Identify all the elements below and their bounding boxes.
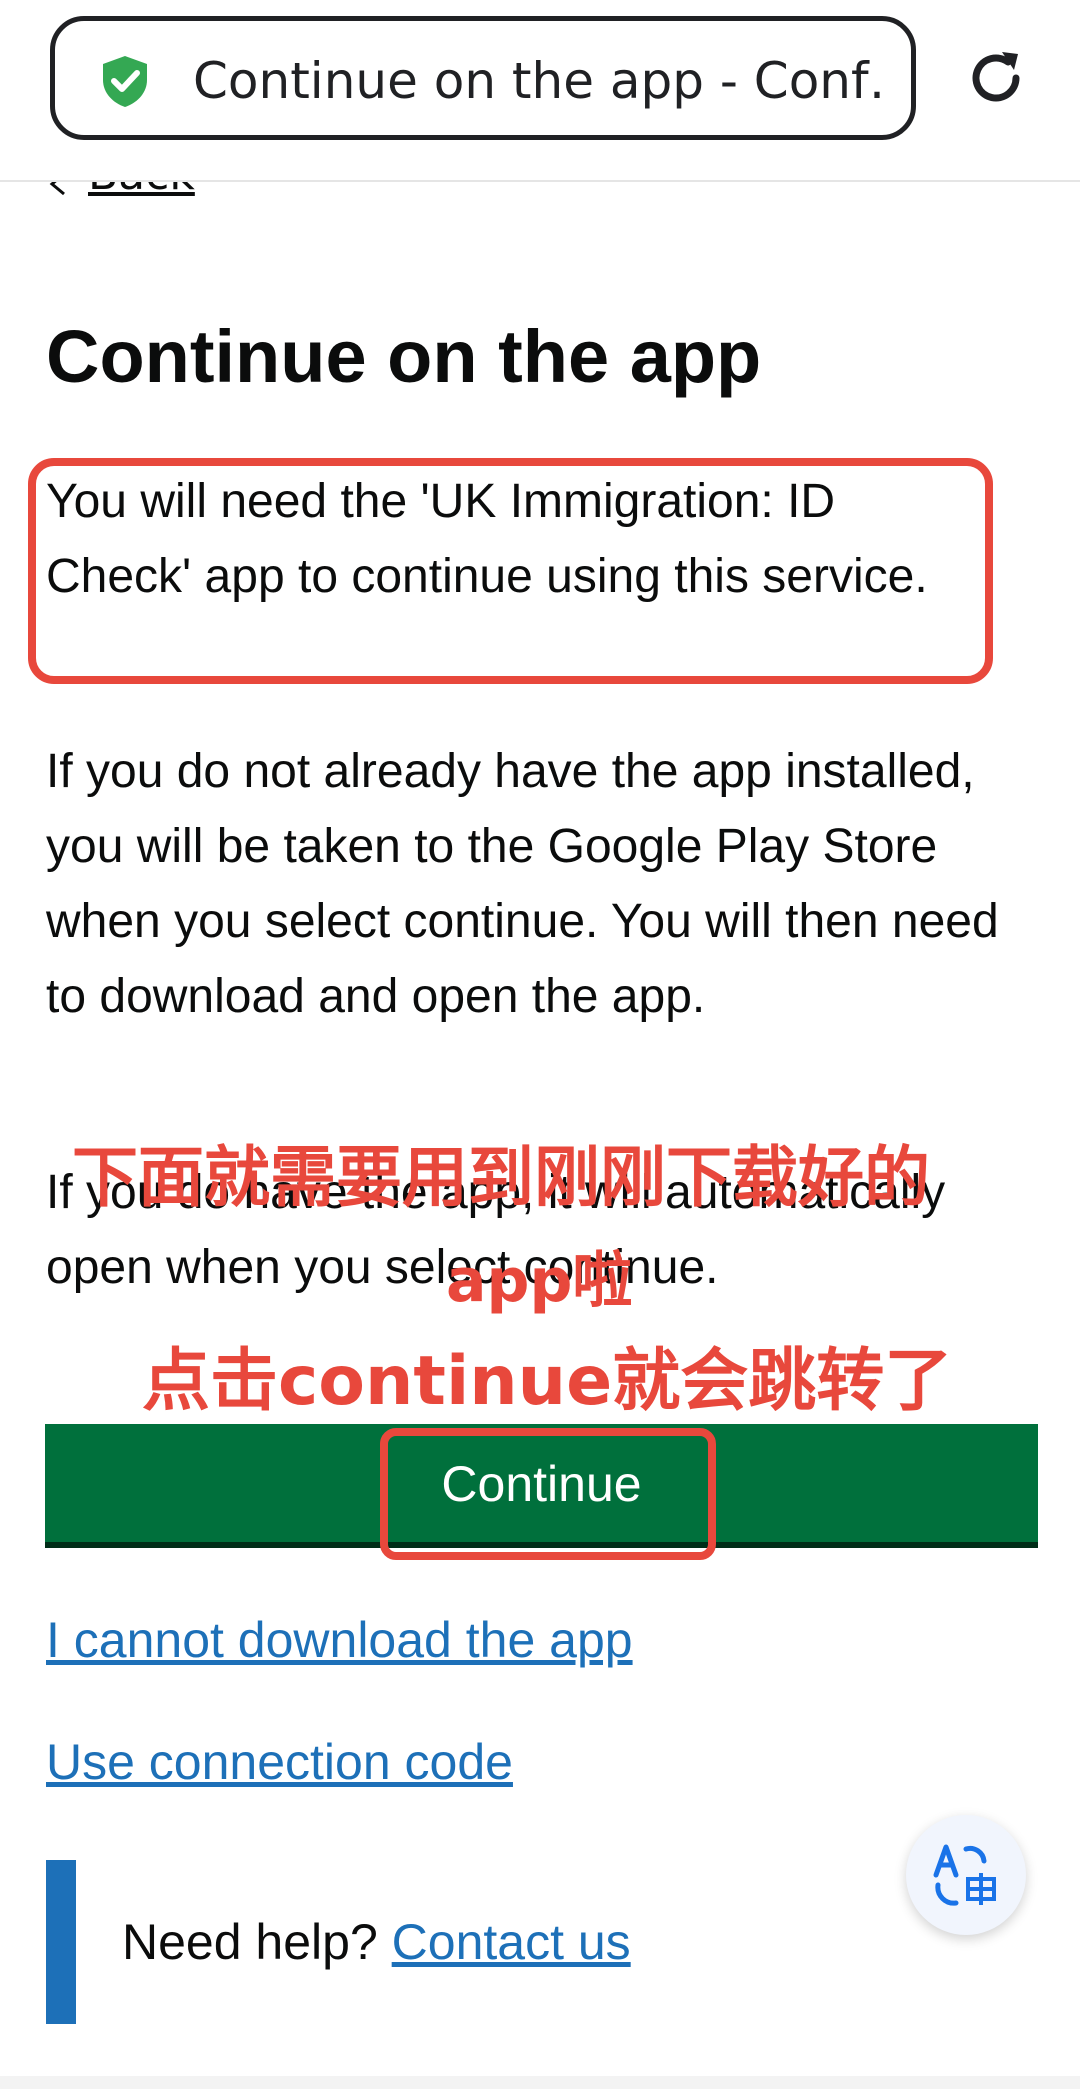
- page-title-in-address-bar: Continue on the app - Conf…: [193, 52, 883, 110]
- browser-toolbar: Continue on the app - Conf…: [0, 0, 1080, 182]
- connection-code-link[interactable]: Use connection code: [46, 1732, 513, 1792]
- help-text: Need help? Contact us: [122, 1912, 631, 1972]
- annotation-line-3: 点击continue就会跳转了: [142, 1342, 953, 1421]
- translate-button[interactable]: [906, 1815, 1026, 1935]
- shield-check-icon: [103, 56, 147, 107]
- app-requirement-text: You will need the 'UK Immigration: ID Ch…: [46, 475, 928, 603]
- page-title: Continue on the app: [46, 315, 762, 398]
- contact-us-link[interactable]: Contact us: [392, 1914, 631, 1970]
- reload-icon[interactable]: [964, 46, 1028, 110]
- translate-icon: [933, 1844, 996, 1906]
- continue-button[interactable]: Continue: [45, 1424, 1038, 1542]
- help-prefix: Need help?: [122, 1914, 378, 1970]
- help-inset-bar: [46, 1860, 76, 2024]
- cannot-download-link[interactable]: I cannot download the app: [46, 1610, 633, 1670]
- address-bar[interactable]: Continue on the app - Conf…: [50, 16, 916, 140]
- bottom-divider: [0, 2076, 1080, 2089]
- play-store-info-text: If you do not already have the app insta…: [46, 745, 999, 1023]
- auto-open-info-text: If you do have the app, it will automati…: [46, 1166, 946, 1294]
